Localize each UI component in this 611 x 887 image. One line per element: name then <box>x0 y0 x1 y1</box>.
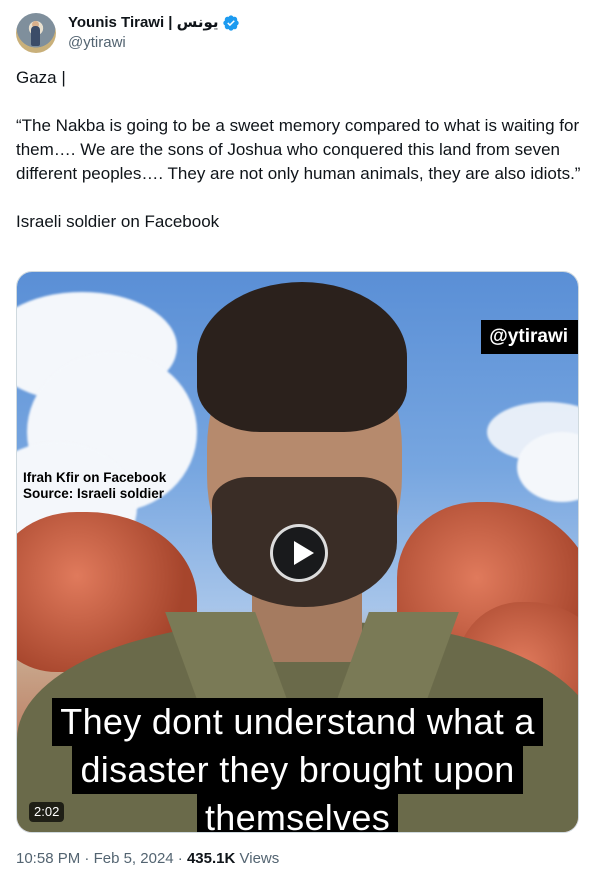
subtitle-line: disaster they brought upon <box>72 746 523 794</box>
tweet-time[interactable]: 10:58 PM <box>16 850 80 867</box>
views-label: Views <box>239 850 280 867</box>
video-watermark: @ytirawi <box>481 320 578 354</box>
source-line: Ifrah Kfir on Facebook <box>23 470 167 485</box>
tweet-paragraph: Gaza | <box>16 68 66 87</box>
tweet-meta: 10:58 PM · Feb 5, 2024 · 435.1K Views <box>16 849 279 869</box>
video-duration-badge: 2:02 <box>29 802 65 822</box>
views-count: 435.1K <box>186 850 236 867</box>
tweet-paragraph: Israeli soldier on Facebook <box>16 212 220 231</box>
author-display-name[interactable]: Younis Tirawi | يونس <box>68 13 219 33</box>
tweet-header: Younis Tirawi | يونس @ytirawi <box>16 11 586 55</box>
author-block: Younis Tirawi | يونس @ytirawi <box>68 13 240 53</box>
subtitle-line: themselves <box>196 794 399 832</box>
source-line: Source: Israeli soldier <box>23 486 165 501</box>
subtitle-line: They dont understand what a <box>52 698 543 746</box>
tweet-paragraph: “The Nakba is going to be a sweet memory… <box>16 116 584 183</box>
tweet-text: Gaza | “The Nakba is going to be a sweet… <box>16 66 586 258</box>
video-source-caption: Ifrah Kfir on Facebook Source: Israeli s… <box>23 470 166 502</box>
video-player[interactable]: @ytirawi Ifrah Kfir on Facebook Source: … <box>16 271 579 833</box>
meta-separator: · <box>177 850 183 867</box>
author-handle[interactable]: @ytirawi <box>68 33 240 53</box>
avatar[interactable] <box>16 13 56 53</box>
video-subtitles: They dont understand what a disaster the… <box>17 698 578 832</box>
verified-badge-icon <box>222 15 239 31</box>
tweet-date[interactable]: Feb 5, 2024 <box>94 850 174 867</box>
play-icon[interactable] <box>270 524 328 582</box>
meta-separator: · <box>84 850 90 867</box>
